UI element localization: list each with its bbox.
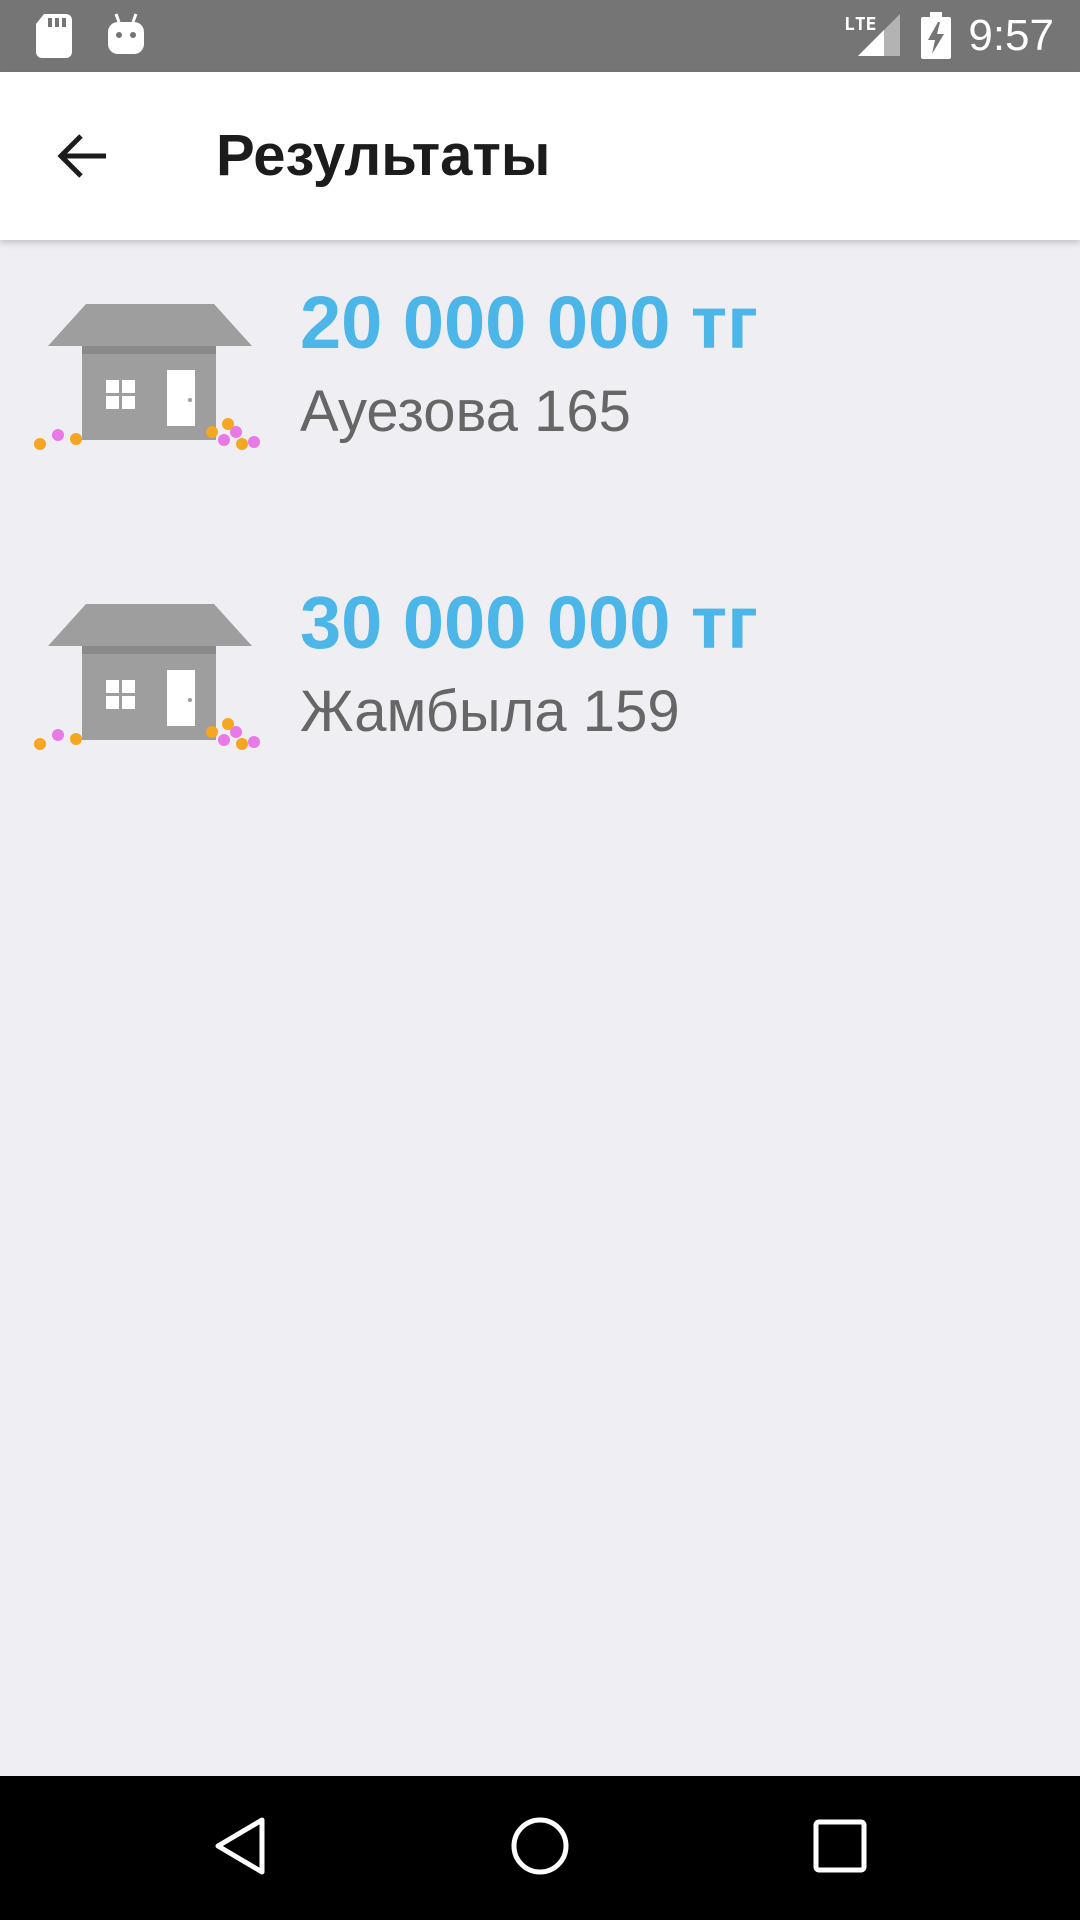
nav-home-button[interactable] [500,1808,580,1888]
svg-text:LTE: LTE [844,14,877,35]
price-label: 30 000 000 тг [300,581,758,664]
price-label: 20 000 000 тг [300,281,758,364]
list-item[interactable]: 20 000 000 тг Ауезова 165 [0,240,1080,500]
address-label: Жамбыла 159 [300,679,680,744]
lte-signal-icon: LTE [842,12,902,63]
back-triangle-icon [212,1816,268,1881]
nav-recents-button[interactable] [800,1808,880,1888]
sd-card-icon [36,14,72,63]
status-bar: LTE 9:57 [0,0,1080,72]
home-circle-icon [510,1816,570,1881]
nav-back-button[interactable] [200,1808,280,1888]
house-icon [30,604,270,756]
app-bar: Результаты [0,72,1080,240]
arrow-back-icon [56,133,108,184]
android-icon [106,12,146,61]
address-label: Ауезова 165 [300,379,631,444]
navigation-bar [0,1776,1080,1920]
back-button[interactable] [42,118,122,198]
battery-charging-icon [920,12,952,65]
status-clock: 9:57 [968,11,1054,60]
results-list: 20 000 000 тг Ауезова 165 30 000 000 тг … [0,240,1080,1776]
list-item[interactable]: 30 000 000 тг Жамбыла 159 [0,540,1080,800]
page-title: Результаты [216,123,551,188]
house-icon [30,304,270,456]
recents-square-icon [812,1818,868,1879]
